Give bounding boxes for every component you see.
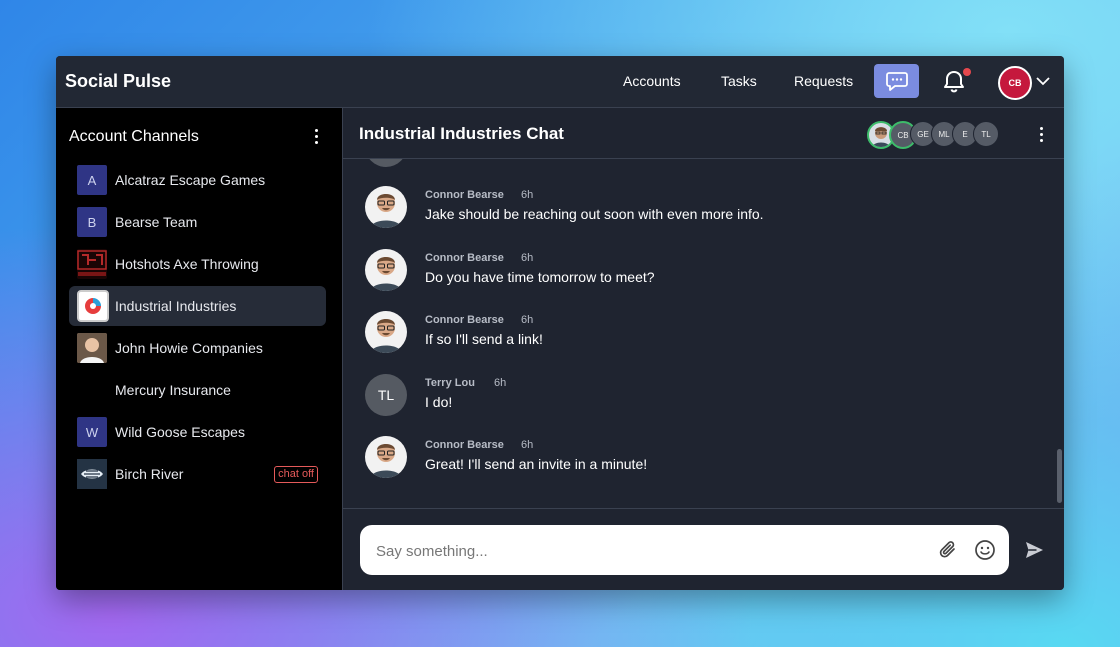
chevron-down-icon[interactable] — [1036, 75, 1050, 87]
birch-river-logo-icon — [77, 459, 107, 489]
sidebar-item-birch-river[interactable]: Birch River chat off — [69, 454, 326, 494]
sidebar-item-bearse-team[interactable]: B Bearse Team — [69, 202, 326, 242]
message-time: 6h — [521, 252, 534, 264]
sidebar-item-label: Alcatraz Escape Games — [115, 172, 266, 188]
chat-title: Industrial Industries Chat — [359, 124, 564, 143]
app-title: Social Pulse — [65, 71, 172, 91]
chat-header: Industrial Industries Chat CB GE ML E TL — [343, 108, 1064, 159]
composer-area — [343, 508, 1064, 590]
emoji-icon[interactable] — [974, 539, 996, 561]
sidebar-more-icon[interactable] — [314, 129, 318, 144]
sidebar-item-label: Mercury Insurance — [115, 382, 231, 398]
chat-button[interactable] — [874, 64, 919, 98]
chat-bubble-icon — [885, 72, 908, 91]
sidebar-item-mercury-insurance[interactable]: Mercury Insurance — [69, 370, 326, 410]
message-input[interactable] — [374, 525, 918, 577]
message-time: 6h — [521, 314, 534, 326]
hotshots-logo-icon — [77, 249, 107, 279]
sidebar-item-alcatraz[interactable]: A Alcatraz Escape Games — [69, 160, 326, 200]
notification-dot — [963, 68, 971, 76]
sidebar-item-john-howie[interactable]: John Howie Companies — [69, 328, 326, 368]
nav-requests[interactable]: Requests — [794, 73, 853, 89]
send-icon[interactable] — [1024, 540, 1044, 560]
john-howie-photo-icon — [77, 333, 107, 363]
message-author[interactable]: Connor Bearse — [425, 189, 504, 201]
message-author[interactable]: Connor Bearse — [425, 439, 504, 451]
sidebar-item-industrial-industries[interactable]: Industrial Industries — [69, 286, 326, 326]
previous-message-avatar — [365, 159, 407, 167]
message-text: Jake should be reaching out soon with ev… — [425, 206, 764, 222]
channel-letter-icon: W — [77, 417, 107, 447]
connor-avatar — [365, 311, 407, 353]
channel-letter-icon: A — [77, 165, 107, 195]
paperclip-icon[interactable] — [937, 539, 959, 561]
sidebar-item-label: Bearse Team — [115, 214, 198, 230]
channel-letter-icon: B — [77, 207, 107, 237]
message-time: 6h — [521, 439, 534, 451]
nav-tasks[interactable]: Tasks — [721, 73, 757, 89]
sidebar-item-label: John Howie Companies — [115, 340, 263, 356]
sidebar-title: Account Channels — [69, 128, 199, 145]
top-bar: Social Pulse Accounts Tasks Requests CB — [56, 56, 1064, 108]
message-composer — [360, 525, 1009, 577]
user-avatar[interactable]: CB — [998, 66, 1032, 100]
message-item: Connor Bearse 6h Jake should be reaching… — [365, 186, 1005, 230]
message-time: 6h — [494, 377, 507, 389]
message-item: Connor Bearse 6h Great! I'll send an inv… — [365, 436, 1005, 480]
message-scrollbar[interactable] — [1057, 449, 1062, 503]
message-item: TL Terry Lou 6h I do! — [365, 374, 1005, 418]
sidebar-item-label: Industrial Industries — [115, 298, 237, 314]
connor-avatar — [365, 436, 407, 478]
message-item: Connor Bearse 6h Do you have time tomorr… — [365, 249, 1005, 293]
message-author[interactable]: Connor Bearse — [425, 314, 504, 326]
chat-off-badge: chat off — [274, 466, 318, 483]
industrial-logo-icon — [77, 290, 109, 322]
message-item: Connor Bearse 6h If so I'll send a link! — [365, 311, 1005, 355]
member-avatar[interactable]: TL — [973, 121, 999, 147]
sidebar-item-label: Hotshots Axe Throwing — [115, 256, 259, 272]
terry-avatar: TL — [365, 374, 407, 416]
message-text: If so I'll send a link! — [425, 331, 543, 347]
message-author[interactable]: Terry Lou — [425, 377, 475, 389]
message-text: I do! — [425, 394, 453, 410]
connor-avatar — [365, 249, 407, 291]
message-time: 6h — [521, 189, 534, 201]
message-text: Do you have time tomorrow to meet? — [425, 269, 655, 285]
sidebar-item-label: Birch River — [115, 466, 184, 482]
message-list: Connor Bearse 6h Jake should be reaching… — [343, 159, 1064, 508]
connor-avatar — [365, 186, 407, 228]
sidebar-item-hotshots[interactable]: Hotshots Axe Throwing — [69, 244, 326, 284]
sidebar-item-label: Wild Goose Escapes — [115, 424, 245, 440]
chat-more-icon[interactable] — [1039, 127, 1043, 142]
message-text: Great! I'll send an invite in a minute! — [425, 456, 648, 472]
sidebar-item-wild-goose[interactable]: W Wild Goose Escapes — [69, 412, 326, 452]
nav-accounts[interactable]: Accounts — [623, 73, 681, 89]
app-window: Social Pulse Accounts Tasks Requests CB … — [56, 56, 1064, 590]
message-author[interactable]: Connor Bearse — [425, 252, 504, 264]
sidebar: Account Channels A Alcatraz Escape Games… — [56, 108, 343, 590]
